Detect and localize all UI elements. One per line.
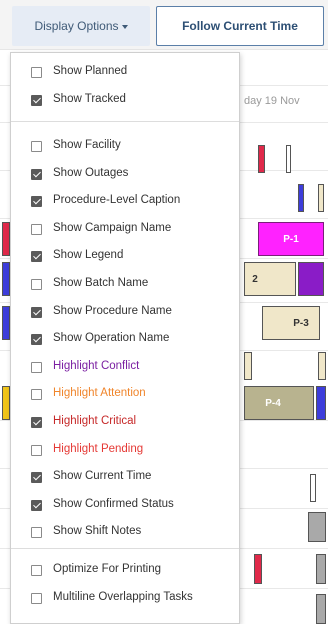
checkbox[interactable]: [31, 223, 42, 235]
task-bar[interactable]: [308, 512, 326, 542]
menu-item-label: Show Planned: [53, 65, 128, 77]
menu-item-multiline-overlapping-tasks[interactable]: Multiline Overlapping Tasks: [11, 588, 239, 608]
menu-item-show-shift-notes[interactable]: Show Shift Notes: [11, 522, 239, 542]
task-label: P-3: [293, 317, 309, 329]
task-label: P-4: [265, 397, 281, 409]
menu-item-optimize-for-printing[interactable]: Optimize For Printing: [11, 560, 239, 580]
display-options-menu: Show Planned Show Tracked Show Facility Sho…: [10, 52, 240, 624]
checkbox[interactable]: [31, 141, 42, 152]
menu-item-label: Show Procedure Name: [53, 304, 172, 317]
menu-item-label: Multiline Overlapping Tasks: [53, 590, 193, 603]
menu-item-show-current-time[interactable]: Show Current Time: [11, 467, 239, 487]
menu-item-label: Show Outages: [53, 166, 129, 179]
checkbox[interactable]: [31, 251, 42, 263]
menu-item-label: Procedure-Level Caption: [53, 194, 181, 207]
caret-down-icon: [121, 24, 128, 29]
display-options-button[interactable]: Display Options: [12, 6, 150, 46]
checkbox[interactable]: [31, 444, 42, 456]
checkbox[interactable]: [31, 279, 42, 290]
menu-item-label: Show Operation Name: [53, 332, 170, 345]
menu-item-label: Show Tracked: [53, 92, 126, 105]
checkbox[interactable]: [31, 592, 42, 604]
checkbox[interactable]: [31, 472, 42, 484]
menu-item-show-operation-name[interactable]: Show Operation Name: [11, 329, 239, 349]
menu-item-label: Show Facility: [53, 139, 121, 151]
menu-item-label: Highlight Attention: [53, 387, 146, 400]
menu-item-show-campaign-name[interactable]: Show Campaign Name: [11, 219, 239, 239]
task-bar[interactable]: [298, 184, 304, 212]
display-options-label: Display Options: [34, 19, 119, 33]
checkbox[interactable]: [31, 306, 42, 318]
menu-item-label: Show Current Time: [53, 470, 152, 483]
menu-item-show-tracked[interactable]: Show Tracked: [11, 90, 239, 110]
task-bar[interactable]: [318, 184, 324, 212]
task-bar[interactable]: [316, 386, 326, 420]
checkbox[interactable]: [31, 94, 42, 106]
menu-item-highlight-critical[interactable]: Highlight Critical: [11, 412, 239, 432]
checkbox[interactable]: [31, 168, 42, 180]
task-bar[interactable]: [318, 352, 326, 380]
follow-current-time-button[interactable]: Follow Current Time: [156, 6, 324, 46]
checkbox[interactable]: [31, 565, 42, 576]
checkbox[interactable]: [31, 361, 42, 373]
task-bar[interactable]: [2, 222, 10, 256]
follow-current-time-label: Follow Current Time: [182, 19, 298, 33]
task-bar[interactable]: [286, 145, 291, 173]
menu-separator: [11, 548, 239, 549]
checkbox[interactable]: [31, 334, 42, 346]
menu-item-show-confirmed-status[interactable]: Show Confirmed Status: [11, 495, 239, 515]
menu-item-show-legend[interactable]: Show Legend: [11, 246, 239, 266]
menu-item-highlight-attention[interactable]: Highlight Attention: [11, 384, 239, 404]
checkbox[interactable]: [31, 196, 42, 208]
task-bar[interactable]: [316, 594, 326, 624]
menu-item-label: Show Confirmed Status: [53, 497, 174, 510]
task-bar[interactable]: [258, 145, 265, 173]
checkbox[interactable]: [31, 499, 42, 511]
task-bar[interactable]: [310, 474, 316, 502]
task-label: P-1: [283, 233, 299, 245]
menu-item-show-outages[interactable]: Show Outages: [11, 164, 239, 184]
checkbox[interactable]: [31, 417, 42, 428]
menu-item-label: Highlight Critical: [53, 415, 137, 427]
menu-item-show-batch-name[interactable]: Show Batch Name: [11, 274, 239, 294]
checkbox[interactable]: [31, 389, 42, 401]
task-bar[interactable]: [2, 262, 10, 296]
menu-separator: [11, 121, 239, 122]
menu-item-label: Highlight Pending: [53, 442, 144, 455]
menu-item-label: Highlight Conflict: [53, 359, 140, 372]
menu-item-label: Show Batch Name: [53, 277, 149, 289]
task-label: 2: [252, 273, 258, 285]
menu-item-highlight-pending[interactable]: Highlight Pending: [11, 440, 239, 460]
menu-item-show-facility[interactable]: Show Facility: [11, 136, 239, 156]
menu-item-highlight-conflict[interactable]: Highlight Conflict: [11, 357, 239, 377]
checkbox[interactable]: [31, 527, 42, 539]
task-bar[interactable]: [316, 554, 326, 584]
day-header: day 19 Nov: [244, 95, 300, 107]
task-bar[interactable]: [2, 386, 10, 420]
menu-item-label: Optimize For Printing: [53, 563, 162, 575]
menu-item-procedure-level-caption[interactable]: Procedure-Level Caption: [11, 191, 239, 211]
menu-item-label: Show Campaign Name: [53, 221, 172, 234]
menu-item-label: Show Shift Notes: [53, 525, 142, 538]
task-bar[interactable]: [298, 262, 324, 296]
task-bar[interactable]: [244, 352, 252, 380]
checkbox[interactable]: [31, 67, 42, 78]
task-bar[interactable]: [2, 306, 10, 340]
menu-item-show-planned[interactable]: Show Planned: [11, 62, 239, 82]
task-bar[interactable]: [254, 554, 262, 584]
menu-item-show-procedure-name[interactable]: Show Procedure Name: [11, 302, 239, 322]
menu-item-label: Show Legend: [53, 249, 124, 262]
toolbar: Display Options Follow Current Time: [0, 0, 328, 50]
